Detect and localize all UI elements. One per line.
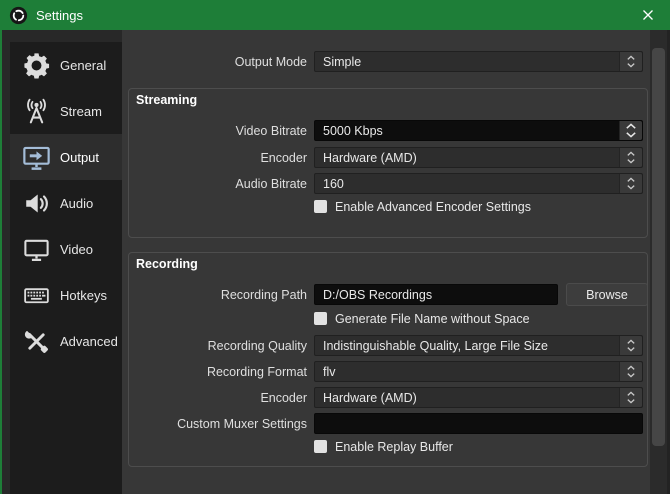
sidebar-item-output[interactable]: Output [10,134,122,180]
recording-path-input[interactable]: D:/OBS Recordings [314,284,558,305]
video-bitrate-label: Video Bitrate [235,124,307,138]
sidebar-item-label: Hotkeys [60,287,107,303]
recording-path-value: D:/OBS Recordings [323,287,433,302]
recording-format-label: Recording Format [206,365,307,379]
sidebar-item-label: Stream [60,103,102,119]
sidebar-item-general[interactable]: General [10,42,122,88]
recording-format-value: flv [323,364,336,379]
replay-buffer-checkbox[interactable] [314,440,327,453]
chevron-up-down-icon[interactable] [619,52,642,71]
output-mode-label: Output Mode [234,55,307,69]
tools-icon [19,325,53,357]
monitor-icon [19,233,53,265]
keyboard-icon [19,279,53,311]
sidebar-item-advanced[interactable]: Advanced [10,318,122,364]
chevron-up-down-icon[interactable] [619,174,642,193]
filename-space-checkbox[interactable] [314,312,327,325]
scrollbar-thumb[interactable] [652,48,665,446]
spin-up-down-icon[interactable] [619,121,642,140]
speaker-icon [19,187,53,219]
sidebar-item-label: Advanced [60,333,118,349]
gear-icon [19,49,53,81]
sidebar-item-label: General [60,57,107,73]
chevron-up-down-icon[interactable] [619,388,642,407]
advanced-encoder-checkbox[interactable] [314,200,327,213]
recording-quality-value: Indistinguishable Quality, Large File Si… [323,338,548,353]
recording-format-select[interactable]: flv [314,361,643,382]
recording-encoder-value: Hardware (AMD) [323,390,417,405]
close-icon[interactable] [626,0,670,30]
chevron-up-down-icon[interactable] [619,362,642,381]
video-bitrate-value: 5000 Kbps [323,123,383,138]
recording-encoder-label: Encoder [260,391,307,405]
sidebar-item-hotkeys[interactable]: Hotkeys [10,272,122,318]
sidebar-item-audio[interactable]: Audio [10,180,122,226]
audio-bitrate-select[interactable]: 160 [314,173,643,194]
browse-button[interactable]: Browse [566,283,648,306]
streaming-group-title: Streaming [136,93,198,107]
stream-encoder-select[interactable]: Hardware (AMD) [314,147,643,168]
advanced-encoder-checkbox-label: Enable Advanced Encoder Settings [335,200,531,214]
window-title: Settings [36,7,83,23]
stream-encoder-label: Encoder [260,151,307,165]
recording-group-title: Recording [136,257,198,271]
video-bitrate-input[interactable]: 5000 Kbps [314,120,643,141]
custom-muxer-input[interactable] [314,413,643,434]
settings-window: Settings General Stream Output Audio Vid… [0,0,670,494]
stream-encoder-value: Hardware (AMD) [323,150,417,165]
titlebar: Settings [0,0,670,30]
replay-buffer-checkbox-label: Enable Replay Buffer [335,440,453,454]
audio-bitrate-value: 160 [323,176,344,191]
chevron-up-down-icon[interactable] [619,336,642,355]
monitor-arrow-icon [19,141,53,173]
recording-path-label: Recording Path [220,288,307,302]
recording-encoder-select[interactable]: Hardware (AMD) [314,387,643,408]
sidebar-item-label: Output [60,149,100,165]
output-mode-select[interactable]: Simple [314,51,643,72]
custom-muxer-label: Custom Muxer Settings [177,417,307,431]
sidebar-item-label: Video [60,241,94,257]
sidebar-item-video[interactable]: Video [10,226,122,272]
settings-nav: General Stream Output Audio Video Hotkey… [10,42,122,494]
filename-space-checkbox-label: Generate File Name without Space [335,312,530,326]
audio-bitrate-label: Audio Bitrate [235,177,307,191]
broadcast-icon [19,95,53,127]
custom-muxer-value [315,414,642,433]
sidebar-item-label: Audio [60,195,94,211]
output-mode-value: Simple [323,54,362,69]
obs-logo-icon [9,6,28,25]
chevron-up-down-icon[interactable] [619,148,642,167]
recording-quality-select[interactable]: Indistinguishable Quality, Large File Si… [314,335,643,356]
sidebar-item-stream[interactable]: Stream [10,88,122,134]
recording-quality-label: Recording Quality [207,339,307,353]
